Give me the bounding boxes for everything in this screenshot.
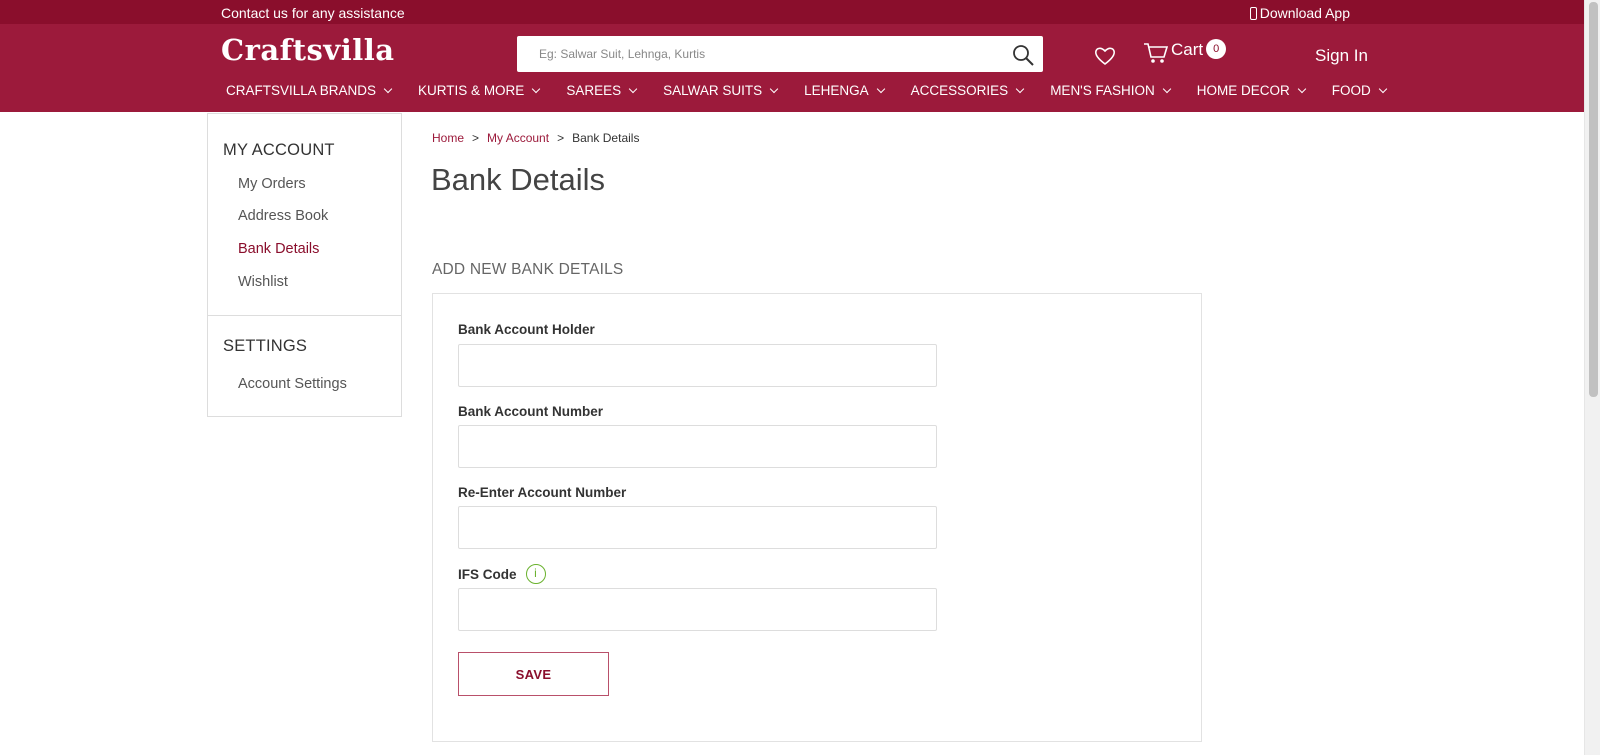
section-title: ADD NEW BANK DETAILS <box>432 261 624 278</box>
sidebar-item-account-settings[interactable]: Account Settings <box>238 376 347 392</box>
phone-icon <box>1249 6 1257 20</box>
breadcrumb: Home > My Account > Bank Details <box>432 131 639 145</box>
search-icon[interactable] <box>1011 43 1035 67</box>
nav-item-sarees[interactable]: SAREES <box>566 83 638 98</box>
nav-item-craftsvilla-brands[interactable]: CRAFTSVILLA BRANDS <box>226 83 393 98</box>
page-title: Bank Details <box>431 162 606 197</box>
download-app-link[interactable]: Download App <box>1249 5 1350 21</box>
main-nav: CRAFTSVILLA BRANDS KURTIS & MORE SAREES … <box>226 83 1413 98</box>
chevron-down-icon <box>876 84 885 93</box>
logo[interactable]: Craftsvilla <box>221 33 395 67</box>
nav-item-accessories[interactable]: ACCESSORIES <box>911 83 1025 98</box>
chevron-down-icon <box>1378 84 1388 93</box>
chevron-down-icon <box>1297 84 1307 93</box>
settings-heading: SETTINGS <box>223 337 308 355</box>
breadcrumb-home[interactable]: Home <box>432 131 464 145</box>
sidebar-item-wishlist[interactable]: Wishlist <box>238 274 288 290</box>
account-number-label: Bank Account Number <box>458 404 604 419</box>
chevron-down-icon <box>1015 84 1025 93</box>
account-sidebar: MY ACCOUNT My Orders Address Book Bank D… <box>207 113 402 417</box>
contact-text[interactable]: Contact us for any assistance <box>221 5 405 21</box>
breadcrumb-my-account[interactable]: My Account <box>487 131 549 145</box>
scrollbar-thumb[interactable] <box>1589 2 1598 397</box>
cart-icon <box>1144 43 1169 63</box>
chevron-down-icon <box>628 84 638 93</box>
sidebar-item-address-book[interactable]: Address Book <box>238 208 328 224</box>
breadcrumb-current: Bank Details <box>572 131 640 145</box>
account-holder-field[interactable] <box>458 344 937 387</box>
sidebar-divider <box>208 315 401 316</box>
top-bar: Contact us for any assistance Download A… <box>0 0 1584 24</box>
reenter-account-label: Re-Enter Account Number <box>458 485 627 500</box>
holder-label: Bank Account Holder <box>458 322 595 337</box>
ifsc-code-field[interactable] <box>458 588 937 631</box>
nav-item-salwar-suits[interactable]: SALWAR SUITS <box>663 83 779 98</box>
ifsc-label: IFS Code i <box>458 564 546 584</box>
breadcrumb-separator: > <box>557 131 565 145</box>
chevron-down-icon <box>769 84 779 93</box>
cart-count-badge: 0 <box>1206 39 1227 59</box>
nav-item-kurtis[interactable]: KURTIS & MORE <box>418 83 541 98</box>
sidebar-item-my-orders[interactable]: My Orders <box>238 176 306 192</box>
page-scrollbar[interactable] <box>1584 0 1600 755</box>
account-number-field[interactable] <box>458 425 937 468</box>
chevron-down-icon <box>383 84 393 93</box>
search-input[interactable] <box>517 36 987 72</box>
cart-label: Cart <box>1171 40 1204 59</box>
nav-item-home-decor[interactable]: HOME DECOR <box>1197 83 1307 98</box>
search-box <box>517 36 1043 72</box>
header: Craftsvilla Cart 0 Sign In CRAFTSVILLA B… <box>0 24 1584 112</box>
nav-item-food[interactable]: FOOD <box>1332 83 1388 98</box>
info-icon[interactable]: i <box>525 564 546 584</box>
sign-in-link[interactable]: Sign In <box>1315 46 1368 66</box>
my-account-heading: MY ACCOUNT <box>223 141 335 159</box>
bank-details-form: Bank Account Holder Bank Account Number … <box>432 293 1202 742</box>
cart-button[interactable]: Cart 0 <box>1143 39 1227 65</box>
nav-item-mens-fashion[interactable]: MEN'S FASHION <box>1050 83 1172 98</box>
breadcrumb-separator: > <box>472 131 480 145</box>
heart-icon[interactable] <box>1093 44 1117 68</box>
chevron-down-icon <box>532 84 541 93</box>
sidebar-item-bank-details[interactable]: Bank Details <box>238 241 319 257</box>
reenter-account-field[interactable] <box>458 506 937 549</box>
nav-item-lehenga[interactable]: LEHENGA <box>804 83 885 98</box>
chevron-down-icon <box>1162 84 1172 93</box>
download-app-label: Download App <box>1259 5 1350 21</box>
save-button[interactable]: SAVE <box>458 652 609 696</box>
